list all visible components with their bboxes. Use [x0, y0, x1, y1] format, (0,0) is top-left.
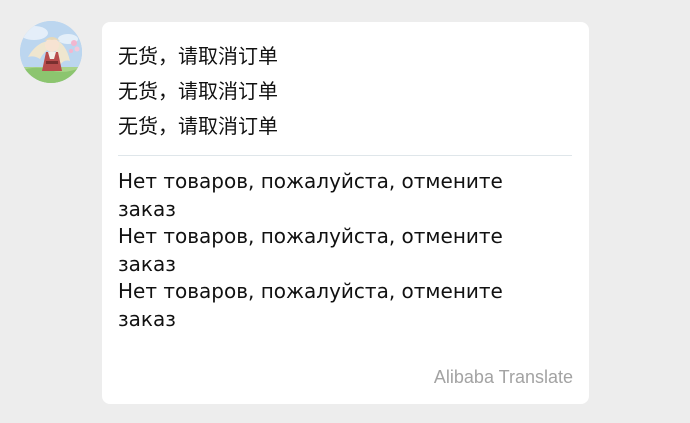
- translated-text: Нет товаров, пожалуйста, отмените заказ …: [118, 168, 573, 333]
- translated-line: Нет товаров, пожалуйста, отмените заказ: [118, 169, 503, 221]
- original-line: 无货，请取消订单: [118, 114, 278, 138]
- avatar-image: [20, 21, 82, 83]
- translated-line: Нет товаров, пожалуйста, отмените заказ: [118, 279, 503, 331]
- translation-divider: [118, 155, 572, 156]
- message-bubble[interactable]: 无货，请取消订单 无货，请取消订单 无货，请取消订单 Нет товаров, …: [102, 22, 589, 404]
- sender-avatar[interactable]: [20, 21, 82, 83]
- translation-provider-label: Alibaba Translate: [433, 367, 573, 387]
- original-text: 无货，请取消订单 无货，请取消订单 无货，请取消订单: [118, 39, 573, 144]
- original-line: 无货，请取消订单: [118, 79, 278, 103]
- translated-line: Нет товаров, пожалуйста, отмените заказ: [118, 224, 503, 276]
- original-line: 无货，请取消订单: [118, 44, 278, 68]
